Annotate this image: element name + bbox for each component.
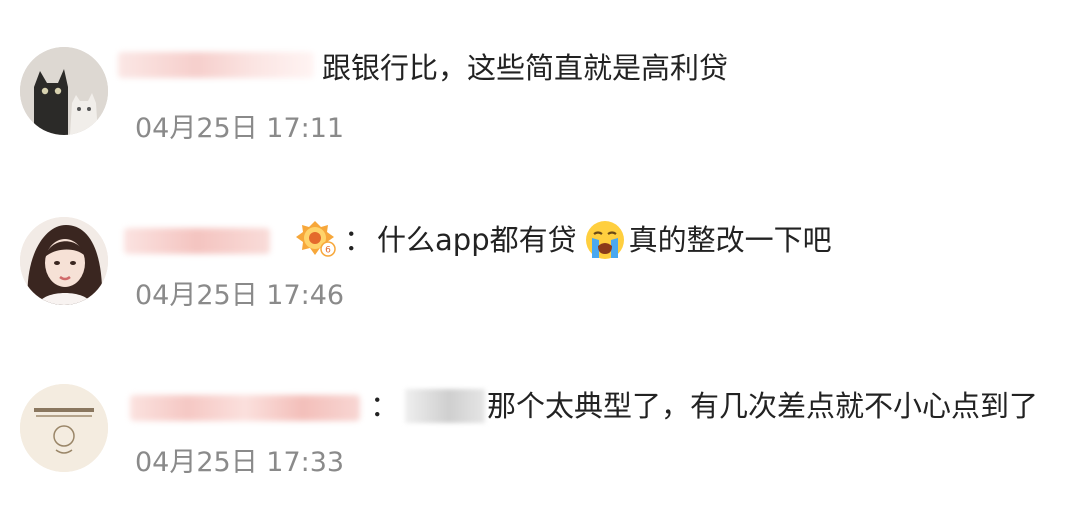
comment-item: ： 那个太典型了，有几次差点就不小心点到了 04月25日 17:33 [0, 0, 1080, 478]
username-redacted [124, 228, 270, 254]
comment-separator: ： [344, 223, 374, 257]
comment-text-part2: 真的整改一下吧 [628, 223, 832, 257]
comment-timestamp: 04月25日 17:46 [135, 280, 345, 311]
user-avatar[interactable] [20, 384, 108, 472]
seal-avatar-icon [20, 384, 108, 472]
svg-text:6: 6 [325, 246, 331, 256]
crying-face-icon [585, 221, 624, 259]
comment-text-content: 那个太典型了，有几次差点就不小心点到了 [487, 389, 1039, 423]
comment-text-part1: 什么app都有贷 [377, 223, 577, 257]
comment-text: ： 那个太典型了，有几次差点就不小心点到了 [370, 386, 1038, 426]
comment-timestamp: 04月25日 17:33 [135, 447, 345, 478]
username-redacted [130, 395, 360, 421]
fan-badge-icon: 6 [296, 221, 336, 257]
comment-text: ： 什么app都有贷 真的整改一下吧 [344, 218, 832, 262]
comment-list: 跟银行比，这些简直就是高利贷 04月25日 17:11 6 ： 什么app都有贷… [0, 0, 1080, 513]
comment-separator: ： [370, 389, 400, 423]
redacted-mention [405, 389, 486, 423]
girl-avatar-icon [20, 217, 108, 305]
user-avatar[interactable] [20, 217, 108, 305]
